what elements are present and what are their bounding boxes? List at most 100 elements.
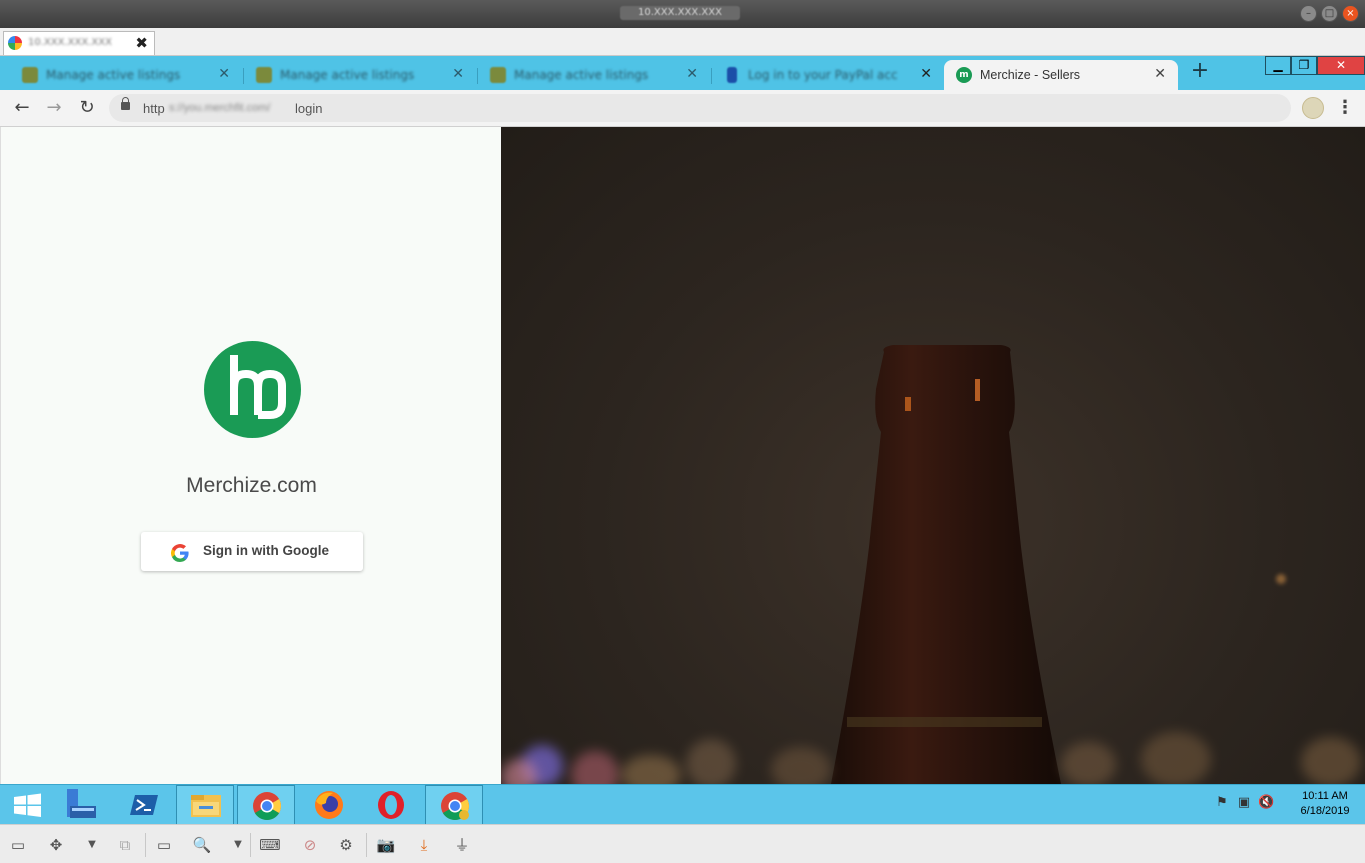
file-explorer-icon — [191, 795, 221, 817]
browser-tab[interactable]: Manage active listings ✕ — [244, 60, 476, 90]
merchize-icon: m — [956, 67, 972, 83]
tab-title: Manage active listings — [280, 68, 415, 82]
tab-close-icon[interactable]: ✕ — [1154, 66, 1166, 82]
shop-icon — [256, 67, 272, 83]
tab-close-icon[interactable]: ✕ — [218, 66, 230, 82]
toolbar-divider — [250, 833, 251, 857]
remote-session-icon — [8, 36, 22, 50]
remote-session-label: 10.XXX.XXX.XXX — [28, 37, 112, 48]
browser-tab-active[interactable]: m Merchize - Sellers ✕ — [944, 60, 1178, 90]
fit-window-icon[interactable]: ✥ — [44, 834, 68, 856]
browser-window-controls: ▁ ❐ ✕ — [1265, 56, 1365, 76]
restore-icon[interactable]: ❐ — [1291, 56, 1317, 75]
minimize-icon[interactable]: – — [1300, 5, 1317, 22]
screenshot-icon[interactable]: 📷 — [374, 834, 398, 856]
tab-close-icon[interactable]: ✕ — [686, 66, 698, 82]
tab-close-icon[interactable]: ✕ — [920, 66, 932, 82]
url-suffix: login — [295, 101, 323, 116]
maximize-icon[interactable]: □ — [1321, 5, 1338, 22]
system-tray: ⚑ ▣ 🔇 — [1214, 795, 1274, 811]
browser-tab[interactable]: Manage active listings ✕ — [10, 60, 242, 90]
action-center-icon[interactable]: ⚑ — [1214, 795, 1230, 811]
address-bar[interactable]: http s://you.merchfit.com/ login ☆ — [109, 94, 1291, 122]
browser-tab-strip: Manage active listings ✕ Manage active l… — [0, 56, 1365, 90]
disconnect-icon[interactable]: ⏚ — [450, 834, 474, 856]
tab-title: Manage active listings — [46, 68, 181, 82]
forward-icon[interactable]: → — [42, 97, 66, 121]
shop-icon — [490, 67, 506, 83]
close-icon[interactable]: ✕ — [1317, 56, 1365, 75]
url-hidden: s://you.merchfit.com/ — [169, 102, 271, 114]
server-manager-icon — [67, 789, 96, 818]
remote-session-tab[interactable]: 10.XXX.XXX.XXX ✖ — [3, 31, 155, 55]
zoom-icon[interactable]: 🔍 — [190, 834, 214, 856]
start-button[interactable] — [0, 785, 58, 825]
bokeh-light — [1301, 737, 1361, 784]
remote-session-tabs: 10.XXX.XXX.XXX ✖ — [0, 28, 1365, 56]
disable-input-icon[interactable]: ⊘ — [298, 834, 322, 856]
display-icon[interactable]: ▭ — [152, 834, 176, 856]
new-tab-button[interactable]: + — [1188, 60, 1212, 84]
menu-icon[interactable]: ⋮ — [1336, 97, 1354, 118]
reload-icon[interactable]: ↻ — [75, 97, 99, 121]
browser-tab[interactable]: Log in to your PayPal account ✕ — [712, 60, 944, 90]
zoom-dropdown-icon[interactable]: ▼ — [226, 834, 250, 856]
monitor-select-icon[interactable]: ▭ — [6, 834, 30, 856]
clock-time: 10:11 AM — [1302, 790, 1348, 802]
close-session-icon[interactable]: ✖ — [135, 34, 148, 52]
fit-dropdown-icon[interactable]: ▼ — [80, 834, 104, 856]
chrome-canary-button[interactable] — [425, 785, 483, 825]
close-icon[interactable]: × — [1342, 5, 1359, 22]
login-panel: Merchize.com Sign in with Google — [0, 127, 501, 784]
bokeh-light — [1061, 742, 1116, 784]
settings-gear-icon[interactable]: ⚙ — [334, 834, 358, 856]
merchize-logo-mark — [229, 355, 286, 419]
start-icon — [14, 793, 41, 817]
firefox-button[interactable] — [300, 785, 358, 825]
tab-title: Merchize - Sellers — [980, 68, 1081, 82]
google-signin-label: Sign in with Google — [203, 543, 329, 558]
brand-name: Merchize.com — [186, 474, 317, 497]
chrome-button[interactable] — [237, 785, 295, 825]
remote-toolbar: ▭ ✥ ▼ ⧉ ▭ 🔍 ▼ ⌨ ⊘ ⚙ 📷 ⤓ ⏚ — [0, 824, 1365, 863]
url-prefix: http — [143, 101, 165, 116]
background-photo — [501, 127, 1365, 784]
file-transfer-icon[interactable]: ⤓ — [412, 834, 436, 856]
volume-muted-icon[interactable]: 🔇 — [1258, 795, 1274, 811]
lock-icon[interactable] — [121, 97, 130, 110]
shop-icon — [22, 67, 38, 83]
chrome-canary-icon — [441, 792, 469, 820]
remote-window-controls: – □ × — [1300, 5, 1359, 22]
clock-date: 6/18/2019 — [1300, 805, 1350, 817]
file-explorer-button[interactable] — [176, 785, 234, 825]
google-signin-button[interactable]: Sign in with Google — [141, 532, 363, 571]
bokeh-light — [686, 739, 736, 784]
remote-window-title: 10.XXX.XXX.XXX — [620, 6, 740, 20]
browser-tab[interactable]: Manage active listings ✕ — [478, 60, 710, 90]
tab-close-icon[interactable]: ✕ — [452, 66, 464, 82]
toolbar-divider — [145, 833, 146, 857]
powershell-button[interactable] — [116, 785, 174, 825]
keyboard-icon[interactable]: ⌨ — [258, 834, 282, 856]
windows-taskbar: ⚑ ▣ 🔇 10:11 AM 6/18/2019 — [0, 784, 1365, 825]
bokeh-light — [771, 747, 831, 784]
merchize-logo — [204, 341, 301, 438]
tab-title: Log in to your PayPal account — [748, 68, 898, 82]
opera-button[interactable] — [362, 785, 420, 825]
server-manager-button[interactable] — [58, 785, 116, 825]
remote-window-titlebar: 10.XXX.XXX.XXX – □ × — [0, 0, 1365, 28]
window-mode-icon[interactable]: ⧉ — [113, 834, 137, 856]
paypal-icon — [727, 67, 737, 83]
minimize-icon[interactable]: ▁ — [1265, 56, 1291, 75]
back-icon[interactable]: ← — [10, 97, 34, 121]
opera-icon — [378, 791, 404, 819]
extension-icon[interactable] — [1302, 97, 1324, 119]
bottle-silhouette — [831, 345, 1061, 784]
bokeh-light — [1141, 732, 1211, 784]
browser-toolbar: ← → ↻ http s://you.merchfit.com/ login ☆ — [0, 90, 1365, 127]
taskbar-clock[interactable]: 10:11 AM 6/18/2019 — [1292, 789, 1358, 819]
chrome-icon — [253, 792, 281, 820]
google-icon — [171, 544, 189, 562]
network-icon[interactable]: ▣ — [1236, 795, 1252, 811]
toolbar-divider — [366, 833, 367, 857]
